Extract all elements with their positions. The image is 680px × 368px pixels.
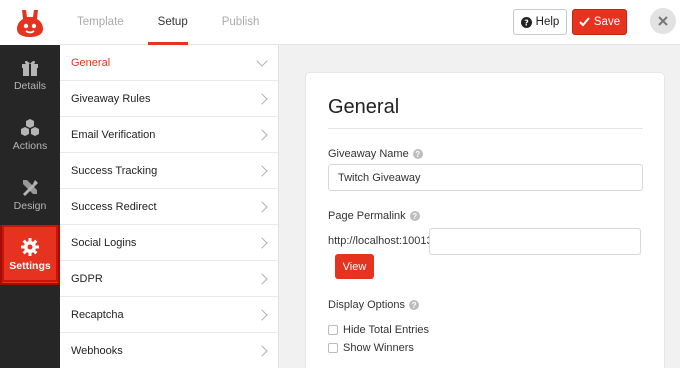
option-label: Show Winners xyxy=(343,342,414,354)
sidebar-item-label: Actions xyxy=(12,140,48,152)
settings-item-label: Email Verification xyxy=(71,128,156,141)
settings-item-label: Success Tracking xyxy=(71,164,158,177)
settings-item-social-logins[interactable]: Social Logins xyxy=(60,225,278,261)
display-options-label-text: Display Options xyxy=(328,299,406,311)
permalink-prefix: http://localhost:10013/ xyxy=(328,235,436,247)
panel-title: General xyxy=(328,96,400,118)
checkmark-icon xyxy=(579,17,590,27)
settings-item-label: Webhooks xyxy=(71,344,123,357)
close-button[interactable] xyxy=(650,8,676,34)
settings-item-label: General xyxy=(71,56,111,69)
close-icon xyxy=(658,16,668,26)
chevron-down-icon xyxy=(256,54,268,67)
sidebar-item-design[interactable]: Design xyxy=(0,165,60,225)
chevron-right-icon xyxy=(256,236,268,249)
giveaway-name-value: Twitch Giveaway xyxy=(338,171,421,184)
gear-icon xyxy=(21,238,39,256)
gift-icon xyxy=(22,60,38,76)
tab-template[interactable]: Template xyxy=(60,0,141,45)
chevron-right-icon xyxy=(256,92,268,105)
page-permalink-label-text: Page Permalink xyxy=(328,210,406,222)
sidebar-item-settings[interactable]: Settings xyxy=(0,225,60,285)
tab-publish[interactable]: Publish xyxy=(205,0,277,45)
giveaway-name-label: Giveaway Name ? xyxy=(328,148,423,160)
general-settings-panel: General Giveaway Name ? Twitch Giveaway … xyxy=(306,73,664,368)
chevron-right-icon xyxy=(256,164,268,177)
sidebar-item-details[interactable]: Details xyxy=(0,45,60,105)
settings-item-label: Giveaway Rules xyxy=(71,92,151,105)
show-winners-checkbox[interactable] xyxy=(328,343,338,353)
svg-text:?: ? xyxy=(524,18,529,27)
permalink-input[interactable] xyxy=(429,228,641,255)
sidebar-item-label: Settings xyxy=(9,260,51,272)
hide-total-entries-checkbox[interactable] xyxy=(328,325,338,335)
top-bar: Template Setup Publish ? Help Save xyxy=(0,0,680,45)
settings-item-label: Success Redirect xyxy=(71,200,157,213)
builder-sidebar: Details Actions Design Settings xyxy=(0,45,60,368)
settings-item-success-redirect[interactable]: Success Redirect xyxy=(60,189,278,225)
divider xyxy=(328,128,643,129)
sidebar-item-label: Design xyxy=(13,200,47,212)
settings-item-label: GDPR xyxy=(71,272,103,285)
help-tooltip-icon[interactable]: ? xyxy=(409,211,420,221)
rabbit-logo-icon xyxy=(17,9,43,37)
help-button[interactable]: ? Help xyxy=(513,9,567,35)
settings-item-email-verification[interactable]: Email Verification xyxy=(60,117,278,153)
settings-item-recaptcha[interactable]: Recaptcha xyxy=(60,297,278,333)
settings-item-success-tracking[interactable]: Success Tracking xyxy=(60,153,278,189)
chevron-right-icon xyxy=(256,272,268,285)
settings-item-label: Recaptcha xyxy=(71,308,124,321)
rafflepress-logo[interactable] xyxy=(0,0,60,45)
settings-item-general[interactable]: General xyxy=(60,45,278,81)
chevron-right-icon xyxy=(256,308,268,321)
help-tooltip-icon[interactable]: ? xyxy=(412,149,423,159)
question-circle-icon: ? xyxy=(520,16,532,28)
view-button[interactable]: View xyxy=(335,254,374,279)
giveaway-name-label-text: Giveaway Name xyxy=(328,148,409,160)
show-winners-option[interactable]: Show Winners xyxy=(328,342,414,354)
sidebar-item-actions[interactable]: Actions xyxy=(0,105,60,165)
sidebar-item-label: Details xyxy=(13,79,47,92)
hide-total-entries-option[interactable]: Hide Total Entries xyxy=(328,324,429,336)
save-button[interactable]: Save xyxy=(572,9,627,35)
settings-item-giveaway-rules[interactable]: Giveaway Rules xyxy=(60,81,278,117)
settings-nav: General Giveaway Rules Email Verificatio… xyxy=(60,45,279,368)
chevron-right-icon xyxy=(256,200,268,213)
cubes-icon xyxy=(21,119,39,136)
display-options-label: Display Options ? xyxy=(328,299,420,311)
save-label: Save xyxy=(593,16,621,28)
help-tooltip-icon[interactable]: ? xyxy=(409,300,420,310)
option-label: Hide Total Entries xyxy=(343,324,430,336)
giveaway-name-input[interactable]: Twitch Giveaway xyxy=(328,164,643,191)
page-permalink-label: Page Permalink ? xyxy=(328,210,420,222)
chevron-right-icon xyxy=(256,128,268,141)
settings-item-gdpr[interactable]: GDPR xyxy=(60,261,278,297)
settings-item-webhooks[interactable]: Webhooks xyxy=(60,333,278,368)
design-tools-icon xyxy=(23,180,38,196)
chevron-right-icon xyxy=(256,344,268,357)
help-label: Help xyxy=(535,16,560,28)
tab-setup[interactable]: Setup xyxy=(141,0,205,45)
main-tabs: Template Setup Publish xyxy=(60,0,276,45)
settings-item-label: Social Logins xyxy=(71,236,137,249)
